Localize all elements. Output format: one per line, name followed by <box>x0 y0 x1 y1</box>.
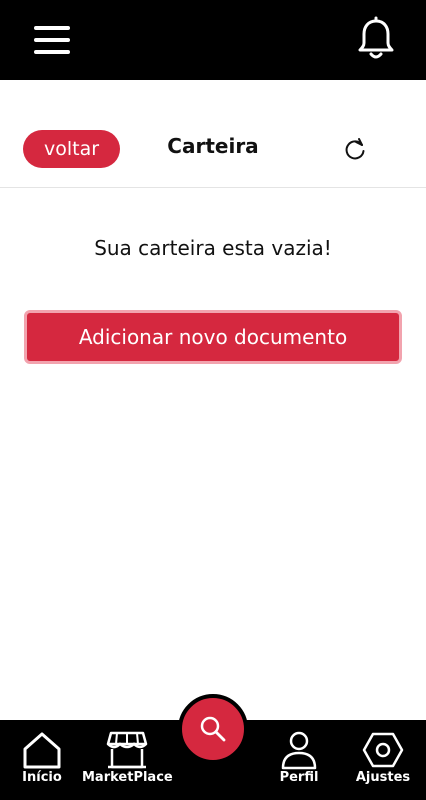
refresh-button[interactable] <box>342 137 368 163</box>
nav-item-settings[interactable]: Ajustes <box>352 720 414 800</box>
empty-wallet-message: Sua carteira esta vazia! <box>94 236 332 260</box>
store-icon <box>106 731 148 769</box>
menu-button[interactable] <box>30 20 74 60</box>
user-icon <box>281 731 317 770</box>
nav-label-marketplace: MarketPlace <box>82 770 173 785</box>
nav-label-home: Início <box>22 770 62 785</box>
nav-item-profile[interactable]: Perfil <box>274 720 324 800</box>
nav-label-profile: Perfil <box>279 770 319 785</box>
nav-item-marketplace[interactable]: MarketPlace <box>82 720 173 800</box>
refresh-icon <box>345 138 365 160</box>
back-button[interactable]: voltar <box>23 130 120 168</box>
hamburger-menu-icon <box>34 26 70 54</box>
home-icon <box>23 732 61 769</box>
bell-icon <box>358 16 394 59</box>
settings-hexagon-icon <box>362 732 404 768</box>
top-app-bar <box>0 0 426 80</box>
page-header: voltar Carteira <box>0 80 426 188</box>
nav-label-settings: Ajustes <box>355 770 411 785</box>
search-icon <box>200 716 226 742</box>
nav-item-home[interactable]: Início <box>16 720 68 800</box>
page-title: Carteira <box>167 134 259 158</box>
add-document-button[interactable]: Adicionar novo documento <box>24 310 402 364</box>
notifications-button[interactable] <box>354 16 398 64</box>
search-button[interactable] <box>178 694 248 764</box>
